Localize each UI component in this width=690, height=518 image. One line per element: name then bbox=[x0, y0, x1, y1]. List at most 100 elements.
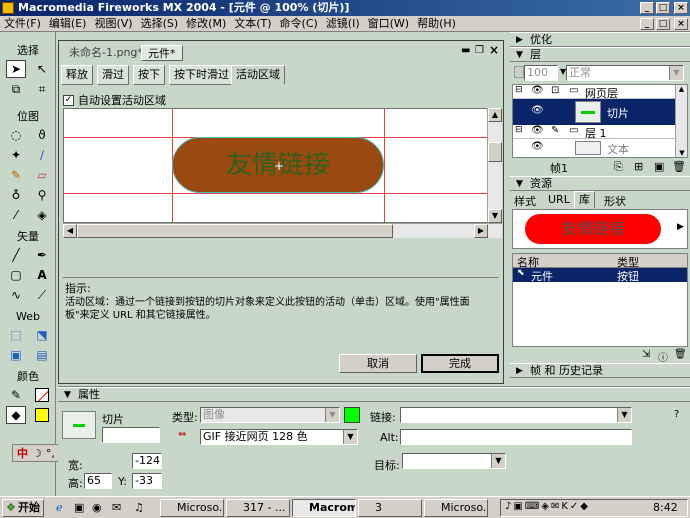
expand-icon[interactable]: ⊟ bbox=[515, 85, 523, 95]
start-button[interactable]: ❖ 开始 bbox=[2, 499, 44, 517]
ie-icon[interactable]: ℯ bbox=[56, 501, 63, 514]
alt-field[interactable] bbox=[400, 429, 632, 445]
close-button[interactable]: × bbox=[674, 2, 688, 14]
history-panel-header[interactable]: ▶ 帧 和 历史记录 bbox=[510, 363, 690, 378]
line-tool-icon[interactable]: ╱ bbox=[6, 246, 26, 264]
menu-filters[interactable]: 滤镜(I) bbox=[322, 16, 364, 32]
menu-text[interactable]: 文本(T) bbox=[230, 16, 275, 32]
new-layer-icon[interactable]: ⊞ bbox=[634, 160, 643, 173]
ime-language-label[interactable]: 中 bbox=[17, 445, 28, 461]
menu-file[interactable]: 文件(F) bbox=[0, 16, 45, 32]
fill-color-swatch[interactable] bbox=[32, 406, 52, 424]
done-button[interactable]: 完成 bbox=[421, 354, 499, 373]
menu-edit[interactable]: 编辑(E) bbox=[45, 16, 91, 32]
ime-moon-icon[interactable]: ☽ bbox=[32, 447, 42, 460]
tab-active-area[interactable]: 活动区域 bbox=[231, 65, 285, 85]
desktop-icon[interactable]: ▣ bbox=[74, 501, 84, 514]
tab-library[interactable]: 库 bbox=[574, 191, 595, 209]
trash-icon[interactable]: 🗑 bbox=[674, 349, 687, 360]
tab-url[interactable]: URL bbox=[548, 193, 570, 206]
tab-over-while-down[interactable]: 按下时滑过 bbox=[169, 65, 234, 85]
hide-slices-icon[interactable]: ▣ bbox=[6, 346, 26, 364]
optimize-panel-header[interactable]: ▶ 优化 bbox=[510, 32, 690, 47]
assets-panel-header[interactable]: ▼ 资源 bbox=[510, 176, 690, 191]
minimize-button[interactable]: _ bbox=[640, 2, 654, 14]
import-icon[interactable]: ⇲ bbox=[642, 349, 650, 360]
slice-color-swatch[interactable] bbox=[344, 407, 360, 423]
mask-icon[interactable]: ▣ bbox=[654, 160, 664, 173]
scroll-down-icon[interactable]: ▼ bbox=[488, 209, 502, 223]
pen-tool-icon[interactable]: ✒ bbox=[32, 246, 52, 264]
auto-active-area-checkbox[interactable]: ✓ bbox=[63, 94, 74, 106]
blur-tool-icon[interactable]: ♁ bbox=[6, 186, 26, 204]
doc-close-button[interactable]: × bbox=[674, 18, 688, 30]
taskbar-item-folder[interactable]: 3 bbox=[358, 499, 422, 517]
marquee-tool-icon[interactable]: ◌ bbox=[6, 126, 26, 144]
tray-icons[interactable]: ♪▣⌨◈✉K✓◆ bbox=[505, 501, 590, 512]
subselect-tool-icon[interactable]: ↖ bbox=[32, 60, 52, 78]
scroll-right-icon[interactable]: ▶ bbox=[474, 224, 488, 238]
blend-mode-select[interactable]: 正常 ▼ bbox=[566, 65, 684, 81]
paint-bucket-tool-icon[interactable]: ◈ bbox=[32, 206, 52, 224]
taskbar-item-fireworks[interactable]: Macrom... bbox=[292, 499, 356, 517]
eye-icon[interactable]: 👁 bbox=[531, 85, 544, 96]
menu-view[interactable]: 视图(V) bbox=[90, 16, 136, 32]
layer-row-web[interactable]: ⊟ 👁 ⊡ ▭ 网页层 bbox=[513, 85, 677, 100]
eyedropper-tool-icon[interactable]: ⁄ bbox=[6, 206, 26, 224]
layer-row-text[interactable]: 👁 文本 bbox=[513, 139, 677, 157]
tab-up[interactable]: 释放 bbox=[61, 65, 93, 85]
blend-dropdown-icon[interactable]: ▼ bbox=[669, 66, 683, 80]
type-select[interactable]: 图像 ▼ bbox=[200, 407, 340, 423]
layer-row-slice[interactable]: 👁 切片 bbox=[513, 99, 677, 125]
crop-tool-icon[interactable]: ⌗ bbox=[32, 80, 52, 98]
pointer-tool-icon[interactable]: ➤ bbox=[6, 60, 26, 78]
format-dropdown-icon[interactable]: ▼ bbox=[343, 430, 357, 444]
help-icon[interactable]: ? bbox=[674, 409, 679, 420]
taskbar-item-word2[interactable]: Microso... bbox=[424, 499, 488, 517]
tab-over[interactable]: 滑过 bbox=[97, 65, 129, 85]
rubber-stamp-tool-icon[interactable]: ⚲ bbox=[32, 186, 52, 204]
tab-down[interactable]: 按下 bbox=[133, 65, 165, 85]
properties-header[interactable]: ▼ 属性 bbox=[58, 387, 690, 402]
rectangle-tool-icon[interactable]: ▢ bbox=[6, 266, 26, 284]
taskbar-item-notepad[interactable]: 317 - ... bbox=[226, 499, 290, 517]
menu-modify[interactable]: 修改(M) bbox=[182, 16, 230, 32]
opacity-field[interactable]: 100 bbox=[524, 65, 558, 81]
expand-icon[interactable]: ⊟ bbox=[515, 125, 523, 135]
y-field[interactable]: -33 bbox=[132, 473, 162, 489]
height-field[interactable]: 65 bbox=[84, 473, 112, 489]
doc-minimize-button[interactable]: _ bbox=[640, 18, 654, 30]
x-field[interactable]: -124 bbox=[132, 453, 162, 469]
layers-scrollbar[interactable]: ▲ ▼ bbox=[675, 85, 687, 157]
lasso-tool-icon[interactable]: ϑ bbox=[32, 126, 52, 144]
scroll-up-icon[interactable]: ▲ bbox=[488, 108, 502, 122]
taskbar-item-word[interactable]: Microso... bbox=[160, 499, 224, 517]
doc-close-icon[interactable]: × bbox=[489, 43, 499, 57]
eraser-tool-icon[interactable]: ▱ bbox=[32, 166, 52, 184]
trash-icon[interactable]: 🗑 bbox=[672, 160, 686, 173]
tab-styles[interactable]: 样式 bbox=[514, 193, 536, 209]
text-tool-icon[interactable]: A bbox=[32, 266, 52, 284]
scroll-up-icon[interactable]: ▲ bbox=[676, 85, 687, 93]
layer-row-layer1[interactable]: ⊟ 👁 ✎ ▭ 层 1 bbox=[513, 125, 677, 140]
lock-icon[interactable]: ⊡ bbox=[551, 85, 559, 96]
menu-help[interactable]: 帮助(H) bbox=[413, 16, 460, 32]
new-sublayer-icon[interactable]: ⎘ bbox=[614, 160, 623, 174]
hotspot-tool-icon[interactable]: ⬚ bbox=[6, 326, 26, 344]
target-select[interactable]: ▼ bbox=[402, 453, 506, 469]
doc-restore-button[interactable]: □ bbox=[656, 18, 670, 30]
scroll-thumb-v[interactable] bbox=[488, 142, 502, 162]
pencil-icon[interactable]: ✎ bbox=[551, 125, 559, 136]
menu-commands[interactable]: 命令(C) bbox=[276, 16, 322, 32]
slice-tool-icon[interactable]: ⬔ bbox=[32, 326, 52, 344]
layers-panel-header[interactable]: ▼ 层 bbox=[510, 47, 690, 62]
magic-wand-tool-icon[interactable]: ✦ bbox=[6, 146, 26, 164]
media-icon[interactable]: ♫ bbox=[134, 501, 144, 514]
tab-shapes[interactable]: 形状 bbox=[604, 193, 626, 209]
play-icon[interactable]: ▶ bbox=[677, 222, 684, 232]
menu-select[interactable]: 选择(S) bbox=[137, 16, 183, 32]
brush-tool-icon[interactable]: ∕ bbox=[32, 146, 52, 164]
doc-tab-untitled[interactable]: 未命名-1.png* bbox=[63, 45, 149, 61]
link-field[interactable]: ▼ bbox=[400, 407, 632, 423]
show-slices-icon[interactable]: ▤ bbox=[32, 346, 52, 364]
